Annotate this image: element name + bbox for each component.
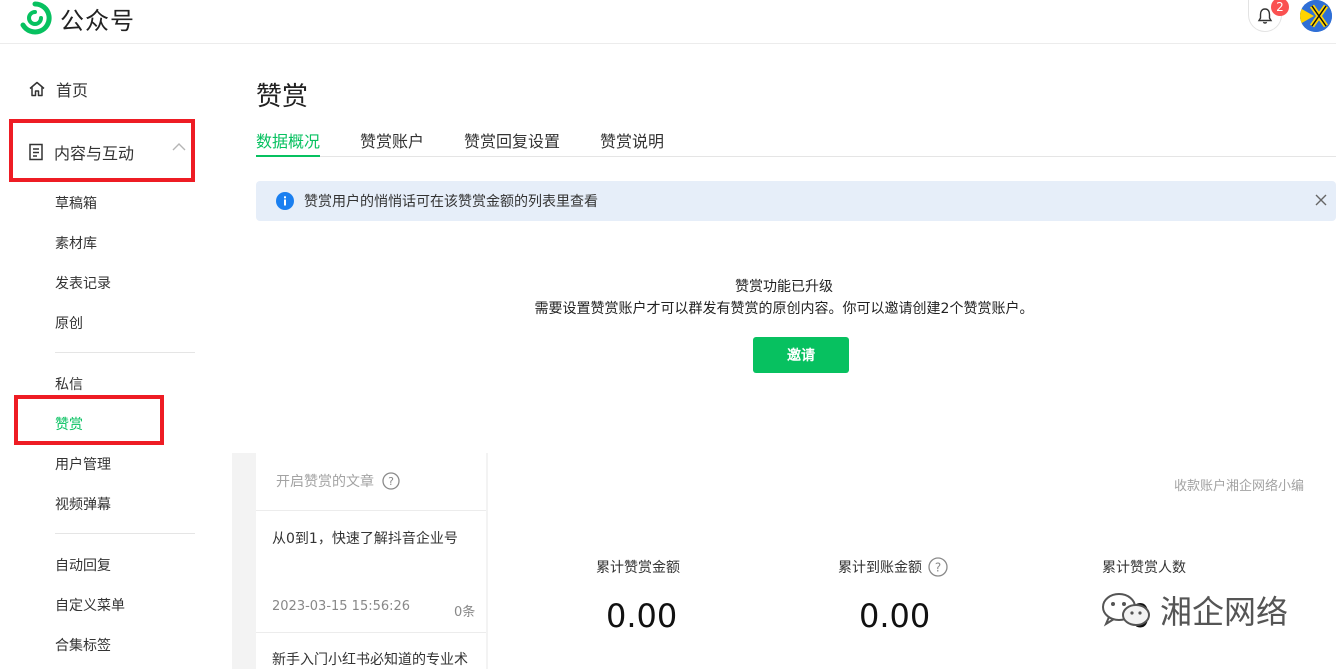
wechat-icon <box>1102 593 1150 627</box>
upgrade-title: 赞赏功能已升级 <box>735 279 833 295</box>
page-title: 赞赏 <box>256 82 309 112</box>
main-content: 赞赏 数据概况 赞赏账户 赞赏回复设置 赞赏说明 赞赏用户的悄悄话可在该赞赏金额… <box>232 44 1336 669</box>
close-icon[interactable] <box>1314 193 1328 207</box>
highlight-box <box>9 119 195 182</box>
watermark-text: 湘企网络 <box>1160 593 1289 631</box>
tab-data-overview[interactable]: 数据概况 <box>256 128 321 157</box>
collect-account-label: 收款账户湘企网络小编 <box>1174 479 1305 494</box>
sidebar-item-auto-reply[interactable]: 自动回复 <box>55 555 111 575</box>
stat-total-reward-label: 累计赞赏金额 <box>596 557 680 577</box>
svg-text:?: ? <box>935 561 941 575</box>
tab-reward-account[interactable]: 赞赏账户 <box>360 128 424 157</box>
sidebar-item-home-label: 首页 <box>56 81 89 100</box>
sidebar: 首页 内容与互动 草稿箱 素材库 发表记录 原创 私信 赞赏 用户管理 视频弹幕… <box>0 44 232 669</box>
sidebar-item-home[interactable]: 首页 <box>28 77 88 101</box>
stat-total-users-label: 累计赞赏人数 <box>1102 557 1186 577</box>
brand[interactable]: 公众号 <box>18 0 135 36</box>
articles-divider <box>256 632 486 633</box>
articles-header-label: 开启赞赏的文章 <box>276 474 374 490</box>
article-title[interactable]: 新手入门小红书必知道的专业术 <box>272 649 468 669</box>
top-bar: 公众号 2 <box>0 0 1336 44</box>
sidebar-item-collection-tags[interactable]: 合集标签 <box>55 635 111 655</box>
notification-badge: 2 <box>1271 0 1289 16</box>
sidebar-item-drafts[interactable]: 草稿箱 <box>55 193 97 213</box>
brand-name: 公众号 <box>60 6 135 35</box>
info-icon <box>276 192 294 210</box>
sidebar-item-custom-menu[interactable]: 自定义菜单 <box>55 595 125 615</box>
article-count: 0条 <box>454 605 476 620</box>
sidebar-item-messages[interactable]: 私信 <box>55 374 83 394</box>
stat-total-received-value: 0.00 <box>859 597 931 635</box>
stat-total-received-text: 累计到账金额 <box>838 560 922 576</box>
watermark: 湘企网络 <box>1100 587 1288 633</box>
avatar[interactable] <box>1300 0 1332 32</box>
notice-text: 赞赏用户的悄悄话可在该赞赏金额的列表里查看 <box>304 194 598 210</box>
reward-data-section: 开启赞赏的文章 ? 从0到1，快速了解抖音企业号 2023-03-15 15:5… <box>232 453 1336 669</box>
stat-total-users-text: 累计赞赏人数 <box>1102 560 1186 576</box>
stat-total-reward-value: 0.00 <box>606 597 678 635</box>
sidebar-item-materials[interactable]: 素材库 <box>55 233 97 253</box>
home-icon <box>29 81 45 97</box>
stat-total-received-label: 累计到账金额 ? <box>838 557 948 577</box>
tab-reward-description[interactable]: 赞赏说明 <box>600 128 664 157</box>
stat-total-reward-text: 累计赞赏金额 <box>596 560 680 576</box>
sidebar-item-original[interactable]: 原创 <box>55 313 83 333</box>
sidebar-divider <box>55 533 195 534</box>
wechat-official-logo-icon <box>20 1 52 35</box>
articles-divider <box>256 510 486 511</box>
highlight-box <box>14 395 164 445</box>
notice-banner: 赞赏用户的悄悄话可在该赞赏金额的列表里查看 <box>256 181 1336 221</box>
articles-header: 开启赞赏的文章 ? <box>276 471 400 491</box>
sidebar-item-user-management[interactable]: 用户管理 <box>55 454 111 474</box>
help-icon[interactable]: ? <box>928 557 948 577</box>
reward-stats-panel: 收款账户湘企网络小编 累计赞赏金额 0.00 累计到账金额 ? 0.00 累计赞… <box>488 453 1336 669</box>
sidebar-item-publish-history[interactable]: 发表记录 <box>55 273 111 293</box>
sidebar-divider <box>55 352 195 353</box>
notification-button[interactable]: 2 <box>1248 0 1289 32</box>
upgrade-description: 需要设置赞赏账户才可以群发有赞赏的原创内容。你可以邀请创建2个赞赏账户。 <box>534 301 1034 317</box>
tab-reward-reply-settings[interactable]: 赞赏回复设置 <box>464 128 560 157</box>
sidebar-item-video-danmaku[interactable]: 视频弹幕 <box>55 494 111 514</box>
reward-articles-panel: 开启赞赏的文章 ? 从0到1，快速了解抖音企业号 2023-03-15 15:5… <box>256 453 486 669</box>
article-date: 2023-03-15 15:56:26 <box>272 599 411 614</box>
invite-button[interactable]: 邀请 <box>753 337 849 373</box>
tab-bar: 数据概况 赞赏账户 赞赏回复设置 赞赏说明 <box>256 128 1336 157</box>
help-icon[interactable]: ? <box>382 472 400 490</box>
svg-text:?: ? <box>388 475 394 488</box>
avatar-image-icon <box>1300 0 1332 32</box>
article-title[interactable]: 从0到1，快速了解抖音企业号 <box>272 528 458 548</box>
